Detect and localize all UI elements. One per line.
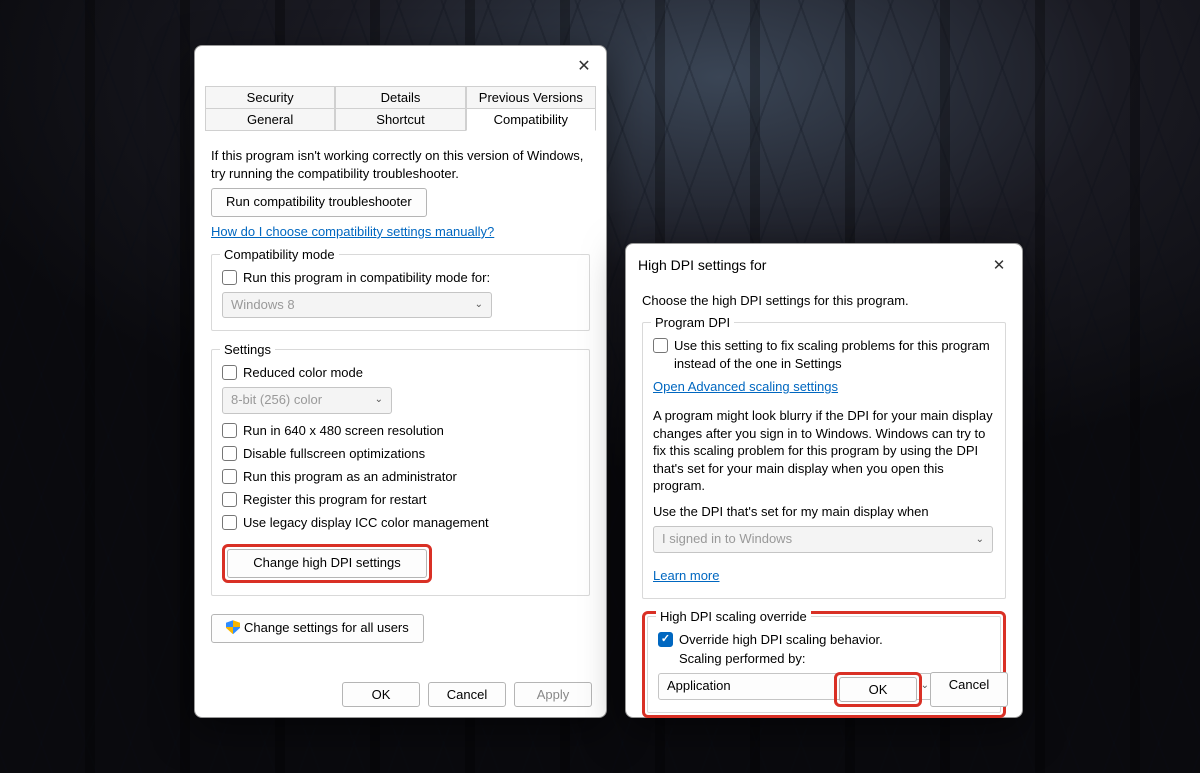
- change-all-users-button[interactable]: Change settings for all users: [211, 614, 424, 643]
- dialog-footer: OK Cancel Apply: [342, 682, 592, 707]
- disable-fullscreen-label: Disable fullscreen optimizations: [243, 445, 425, 464]
- checkbox-icon: [222, 469, 237, 484]
- tab-details[interactable]: Details: [335, 86, 465, 109]
- reduced-color-checkbox[interactable]: Reduced color mode: [222, 364, 579, 383]
- use-dpi-when-label: Use the DPI that's set for my main displ…: [653, 503, 995, 521]
- checkbox-icon: [222, 270, 237, 285]
- dpi-when-value: I signed in to Windows: [662, 530, 792, 549]
- titlebar: ✕: [195, 46, 606, 82]
- checkbox-icon: [222, 492, 237, 507]
- settings-legend: Settings: [220, 341, 275, 360]
- legacy-icc-label: Use legacy display ICC color management: [243, 514, 489, 533]
- ok-button[interactable]: OK: [342, 682, 420, 707]
- resolution-checkbox[interactable]: Run in 640 x 480 screen resolution: [222, 422, 579, 441]
- shield-icon: [226, 620, 240, 634]
- close-icon[interactable]: ✕: [988, 254, 1010, 276]
- tab-shortcut[interactable]: Shortcut: [335, 108, 465, 131]
- compat-mode-group: Compatibility mode Run this program in c…: [211, 254, 590, 332]
- tab-compatibility[interactable]: Compatibility: [466, 108, 596, 131]
- override-label-2: Scaling performed by:: [679, 651, 805, 666]
- close-icon[interactable]: ✕: [570, 52, 598, 80]
- color-mode-select[interactable]: 8-bit (256) color ⌄: [222, 387, 392, 414]
- change-dpi-button[interactable]: Change high DPI settings: [227, 549, 427, 578]
- dialog-footer: OK Cancel: [834, 672, 1008, 707]
- register-restart-label: Register this program for restart: [243, 491, 427, 510]
- manual-settings-link[interactable]: How do I choose compatibility settings m…: [211, 224, 494, 239]
- tab-row-2: General Shortcut Compatibility: [205, 108, 596, 131]
- checkbox-icon: [222, 515, 237, 530]
- compat-mode-legend: Compatibility mode: [220, 246, 339, 265]
- ok-button[interactable]: OK: [839, 677, 917, 702]
- titlebar: High DPI settings for ✕: [626, 244, 1022, 280]
- disable-fullscreen-checkbox[interactable]: Disable fullscreen optimizations: [222, 445, 579, 464]
- override-checkbox[interactable]: Override high DPI scaling behavior. Scal…: [658, 631, 990, 669]
- run-admin-label: Run this program as an administrator: [243, 468, 457, 487]
- compat-mode-label: Run this program in compatibility mode f…: [243, 269, 490, 288]
- tab-row-1: Security Details Previous Versions: [205, 86, 596, 109]
- tab-security[interactable]: Security: [205, 86, 335, 109]
- use-setting-checkbox[interactable]: Use this setting to fix scaling problems…: [653, 337, 995, 375]
- override-value: Application: [667, 677, 731, 696]
- compat-mode-value: Windows 8: [231, 296, 295, 315]
- window-title: High DPI settings for: [638, 257, 766, 273]
- use-setting-label: Use this setting to fix scaling problems…: [674, 337, 995, 375]
- program-dpi-group: Program DPI Use this setting to fix scal…: [642, 322, 1006, 600]
- dpi-intro: Choose the high DPI settings for this pr…: [642, 292, 1006, 310]
- compat-mode-select[interactable]: Windows 8 ⌄: [222, 292, 492, 319]
- properties-window: ✕ Security Details Previous Versions Gen…: [194, 45, 607, 718]
- checkbox-icon: [653, 338, 668, 353]
- legacy-icc-checkbox[interactable]: Use legacy display ICC color management: [222, 514, 579, 533]
- compat-intro-text: If this program isn't working correctly …: [211, 147, 590, 182]
- dpi-when-select[interactable]: I signed in to Windows ⌄: [653, 526, 993, 553]
- override-legend: High DPI scaling override: [656, 608, 811, 627]
- apply-button[interactable]: Apply: [514, 682, 592, 707]
- program-dpi-legend: Program DPI: [651, 314, 734, 333]
- learn-more-link[interactable]: Learn more: [653, 568, 719, 583]
- chevron-down-icon: ⌄: [375, 393, 383, 408]
- reduced-color-label: Reduced color mode: [243, 364, 363, 383]
- chevron-down-icon: ⌄: [475, 298, 483, 313]
- open-advanced-link[interactable]: Open Advanced scaling settings: [653, 379, 838, 394]
- color-mode-value: 8-bit (256) color: [231, 391, 322, 410]
- cancel-button[interactable]: Cancel: [428, 682, 506, 707]
- cancel-button[interactable]: Cancel: [930, 672, 1008, 707]
- compat-mode-checkbox[interactable]: Run this program in compatibility mode f…: [222, 269, 579, 288]
- change-all-users-label: Change settings for all users: [244, 620, 409, 635]
- tab-previous-versions[interactable]: Previous Versions: [466, 86, 596, 109]
- override-label-1: Override high DPI scaling behavior.: [679, 632, 883, 647]
- checkbox-icon: [222, 365, 237, 380]
- register-restart-checkbox[interactable]: Register this program for restart: [222, 491, 579, 510]
- run-troubleshooter-button[interactable]: Run compatibility troubleshooter: [211, 188, 427, 217]
- chevron-down-icon: ⌄: [976, 533, 984, 548]
- blur-explain: A program might look blurry if the DPI f…: [653, 407, 995, 495]
- tab-general[interactable]: General: [205, 108, 335, 131]
- settings-group: Settings Reduced color mode 8-bit (256) …: [211, 349, 590, 596]
- run-admin-checkbox[interactable]: Run this program as an administrator: [222, 468, 579, 487]
- checkbox-icon: [222, 446, 237, 461]
- high-dpi-window: High DPI settings for ✕ Choose the high …: [625, 243, 1023, 718]
- resolution-label: Run in 640 x 480 screen resolution: [243, 422, 444, 441]
- checkbox-icon: [222, 423, 237, 438]
- checkbox-icon: [658, 632, 673, 647]
